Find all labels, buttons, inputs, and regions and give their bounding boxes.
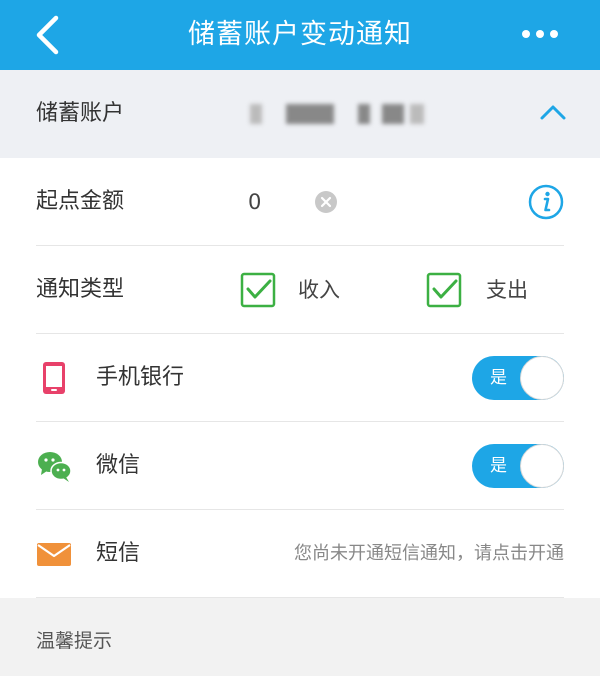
expense-checkbox[interactable] bbox=[426, 272, 462, 308]
envelope-icon bbox=[37, 543, 71, 566]
wechat-icon bbox=[38, 452, 72, 482]
threshold-row: 起点金额 0 bbox=[36, 158, 564, 246]
channel-wechat: 微信 是 bbox=[36, 422, 564, 510]
income-label[interactable]: 收入 bbox=[298, 246, 340, 334]
tips-section: 温馨提示 bbox=[0, 598, 600, 676]
account-label: 储蓄账户 bbox=[36, 101, 125, 126]
channel-label: 微信 bbox=[96, 453, 141, 478]
chevron-up-icon[interactable] bbox=[538, 100, 568, 126]
title-bar: 储蓄账户变动通知 bbox=[0, 0, 600, 70]
toggle-label: 是 bbox=[490, 456, 507, 476]
channel-label: 短信 bbox=[96, 541, 141, 566]
mobile-banking-toggle[interactable]: 是 bbox=[472, 356, 564, 400]
more-dots-icon[interactable] bbox=[518, 20, 562, 48]
clear-icon[interactable] bbox=[314, 190, 338, 214]
channel-mobile-banking: 手机银行 是 bbox=[36, 334, 564, 422]
sms-activate-link[interactable]: 您尚未开通短信通知，请点击开通 bbox=[294, 510, 564, 598]
tips-title: 温馨提示 bbox=[36, 630, 113, 652]
expense-label[interactable]: 支出 bbox=[486, 246, 528, 334]
page-title: 储蓄账户变动通知 bbox=[188, 19, 412, 50]
settings-card: 起点金额 0 通知类型 收入 支出 手机银行 是 微信 是 短信 您尚未开通短信… bbox=[0, 158, 600, 598]
threshold-label: 起点金额 bbox=[36, 189, 125, 214]
notify-type-row: 通知类型 收入 支出 bbox=[36, 246, 564, 334]
notify-type-label: 通知类型 bbox=[36, 277, 125, 302]
account-number-redacted bbox=[250, 104, 425, 124]
toggle-knob bbox=[520, 444, 564, 488]
channel-label: 手机银行 bbox=[96, 365, 185, 390]
toggle-knob bbox=[520, 356, 564, 400]
info-icon[interactable] bbox=[528, 184, 564, 220]
income-checkbox[interactable] bbox=[240, 272, 276, 308]
toggle-label: 是 bbox=[490, 368, 507, 388]
phone-icon bbox=[43, 362, 65, 394]
threshold-input[interactable]: 0 bbox=[248, 158, 261, 246]
wechat-toggle[interactable]: 是 bbox=[472, 444, 564, 488]
channel-sms[interactable]: 短信 您尚未开通短信通知，请点击开通 bbox=[36, 510, 564, 598]
account-selector[interactable]: 储蓄账户 bbox=[0, 70, 600, 158]
